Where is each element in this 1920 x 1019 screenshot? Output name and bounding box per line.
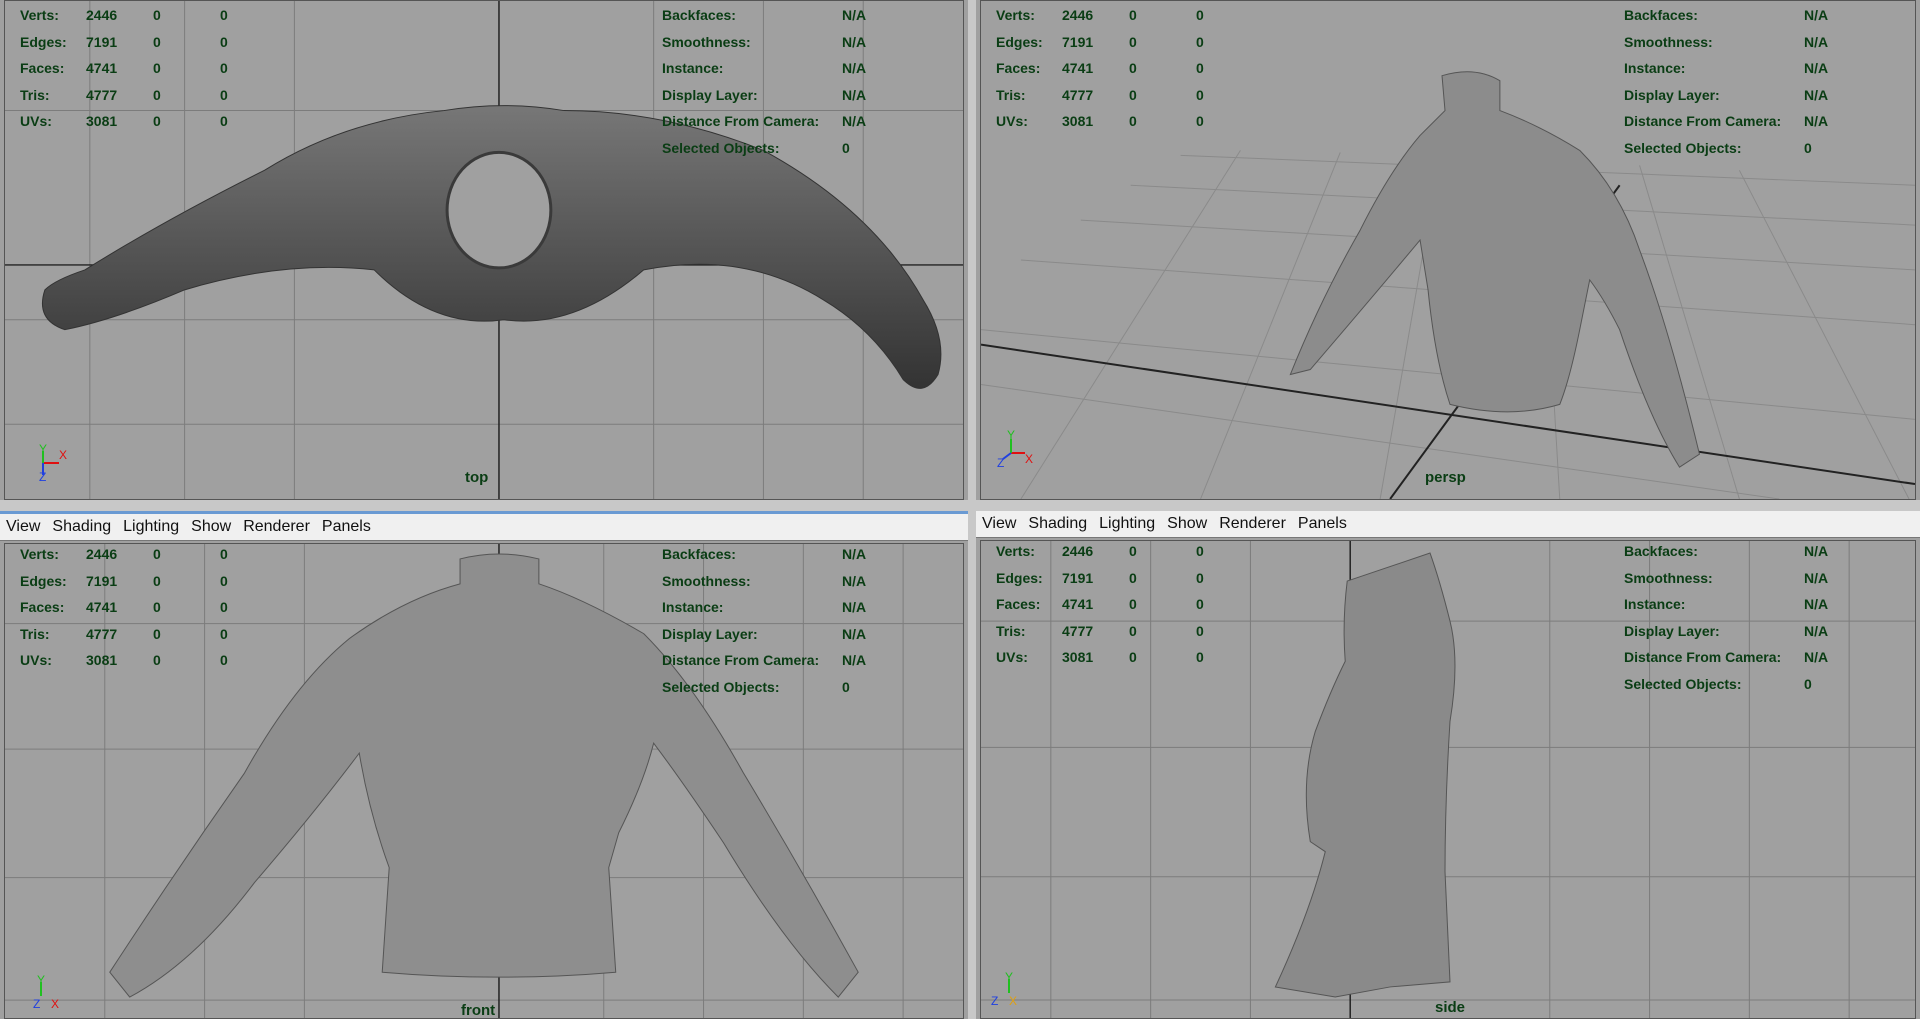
menu-shading[interactable]: Shading [46,518,117,536]
menu-lighting[interactable]: Lighting [1093,515,1161,533]
axis-gizmo: Y Z X [987,970,1027,1011]
menu-show[interactable]: Show [185,518,237,536]
sweater-side-view [1274,552,1456,998]
svg-text:Z: Z [997,456,1004,469]
camera-label: side [1435,999,1466,1016]
axis-gizmo: Y X Z [33,442,73,484]
viewport-front-pane[interactable]: View Shading Lighting Show Renderer Pane… [0,511,968,1019]
axis-gizmo: Y Z X [31,973,71,1014]
menu-panels[interactable]: Panels [1292,515,1353,533]
viewport-side-pane[interactable]: View Shading Lighting Show Renderer Pane… [976,511,1920,1019]
poly-stats-hud: Verts: 2446 0 0 Edges: 7191 0 0 Faces: 4741 0 0 T… [996,543,1204,665]
menu-panels[interactable]: Panels [316,518,377,536]
svg-text:Y: Y [37,974,45,987]
svg-text:Z: Z [39,470,46,483]
svg-text:Y: Y [1005,971,1013,984]
menu-shading[interactable]: Shading [1022,515,1093,533]
panel-menubar: View Shading Lighting Show Renderer Pane… [976,511,1920,538]
viewport-persp-pane[interactable]: Y Z X persp Verts: 2446 0 0 Edges: 7191 0 0 Fa… [976,0,1920,500]
poly-stats-hud: Verts: 2446 0 0 Edges: 7191 0 0 Faces: 4741 0 0 T… [996,7,1204,129]
menu-show[interactable]: Show [1161,515,1213,533]
svg-text:X: X [1025,452,1033,466]
poly-stats-hud: Verts: 2446 0 0 Edges: 7191 0 0 Faces: 4741 0 0 T… [20,546,228,668]
svg-text:X: X [51,997,59,1011]
poly-stats-hud: Verts: 2446 0 0 Edges: 7191 0 0 Faces: 4741 0 0 T… [20,7,228,129]
object-info-hud: Backfaces: N/A Smoothness: N/A Instance: N/… [1624,7,1829,156]
panel-menubar: View Shading Lighting Show Renderer Pane… [0,514,968,541]
axis-gizmo: Y Z X [995,428,1035,470]
menu-renderer[interactable]: Renderer [1213,515,1292,533]
object-info-hud: Backfaces: N/A Smoothness: N/A Instance: N/… [1624,543,1829,692]
svg-text:X: X [59,448,67,462]
viewport-top-pane[interactable]: Y X Z top Verts: 2446 0 0 Edges: 7191 0 0 Face… [0,0,968,500]
svg-text:Z: Z [33,997,40,1011]
menu-view[interactable]: View [0,518,46,536]
svg-text:Y: Y [1007,429,1015,442]
menu-renderer[interactable]: Renderer [237,518,316,536]
svg-text:X: X [1009,994,1017,1008]
camera-label: top [465,469,489,486]
svg-text:Y: Y [39,443,47,456]
menu-lighting[interactable]: Lighting [117,518,185,536]
camera-label: front [461,1002,496,1019]
svg-text:Z: Z [991,994,998,1008]
menu-view[interactable]: View [976,515,1022,533]
object-info-hud: Backfaces: N/A Smoothness: N/A Instance: N/… [662,546,867,695]
camera-label: persp [1425,469,1466,486]
object-info-hud: Backfaces: N/A Smoothness: N/A Instance: N/… [662,7,867,156]
